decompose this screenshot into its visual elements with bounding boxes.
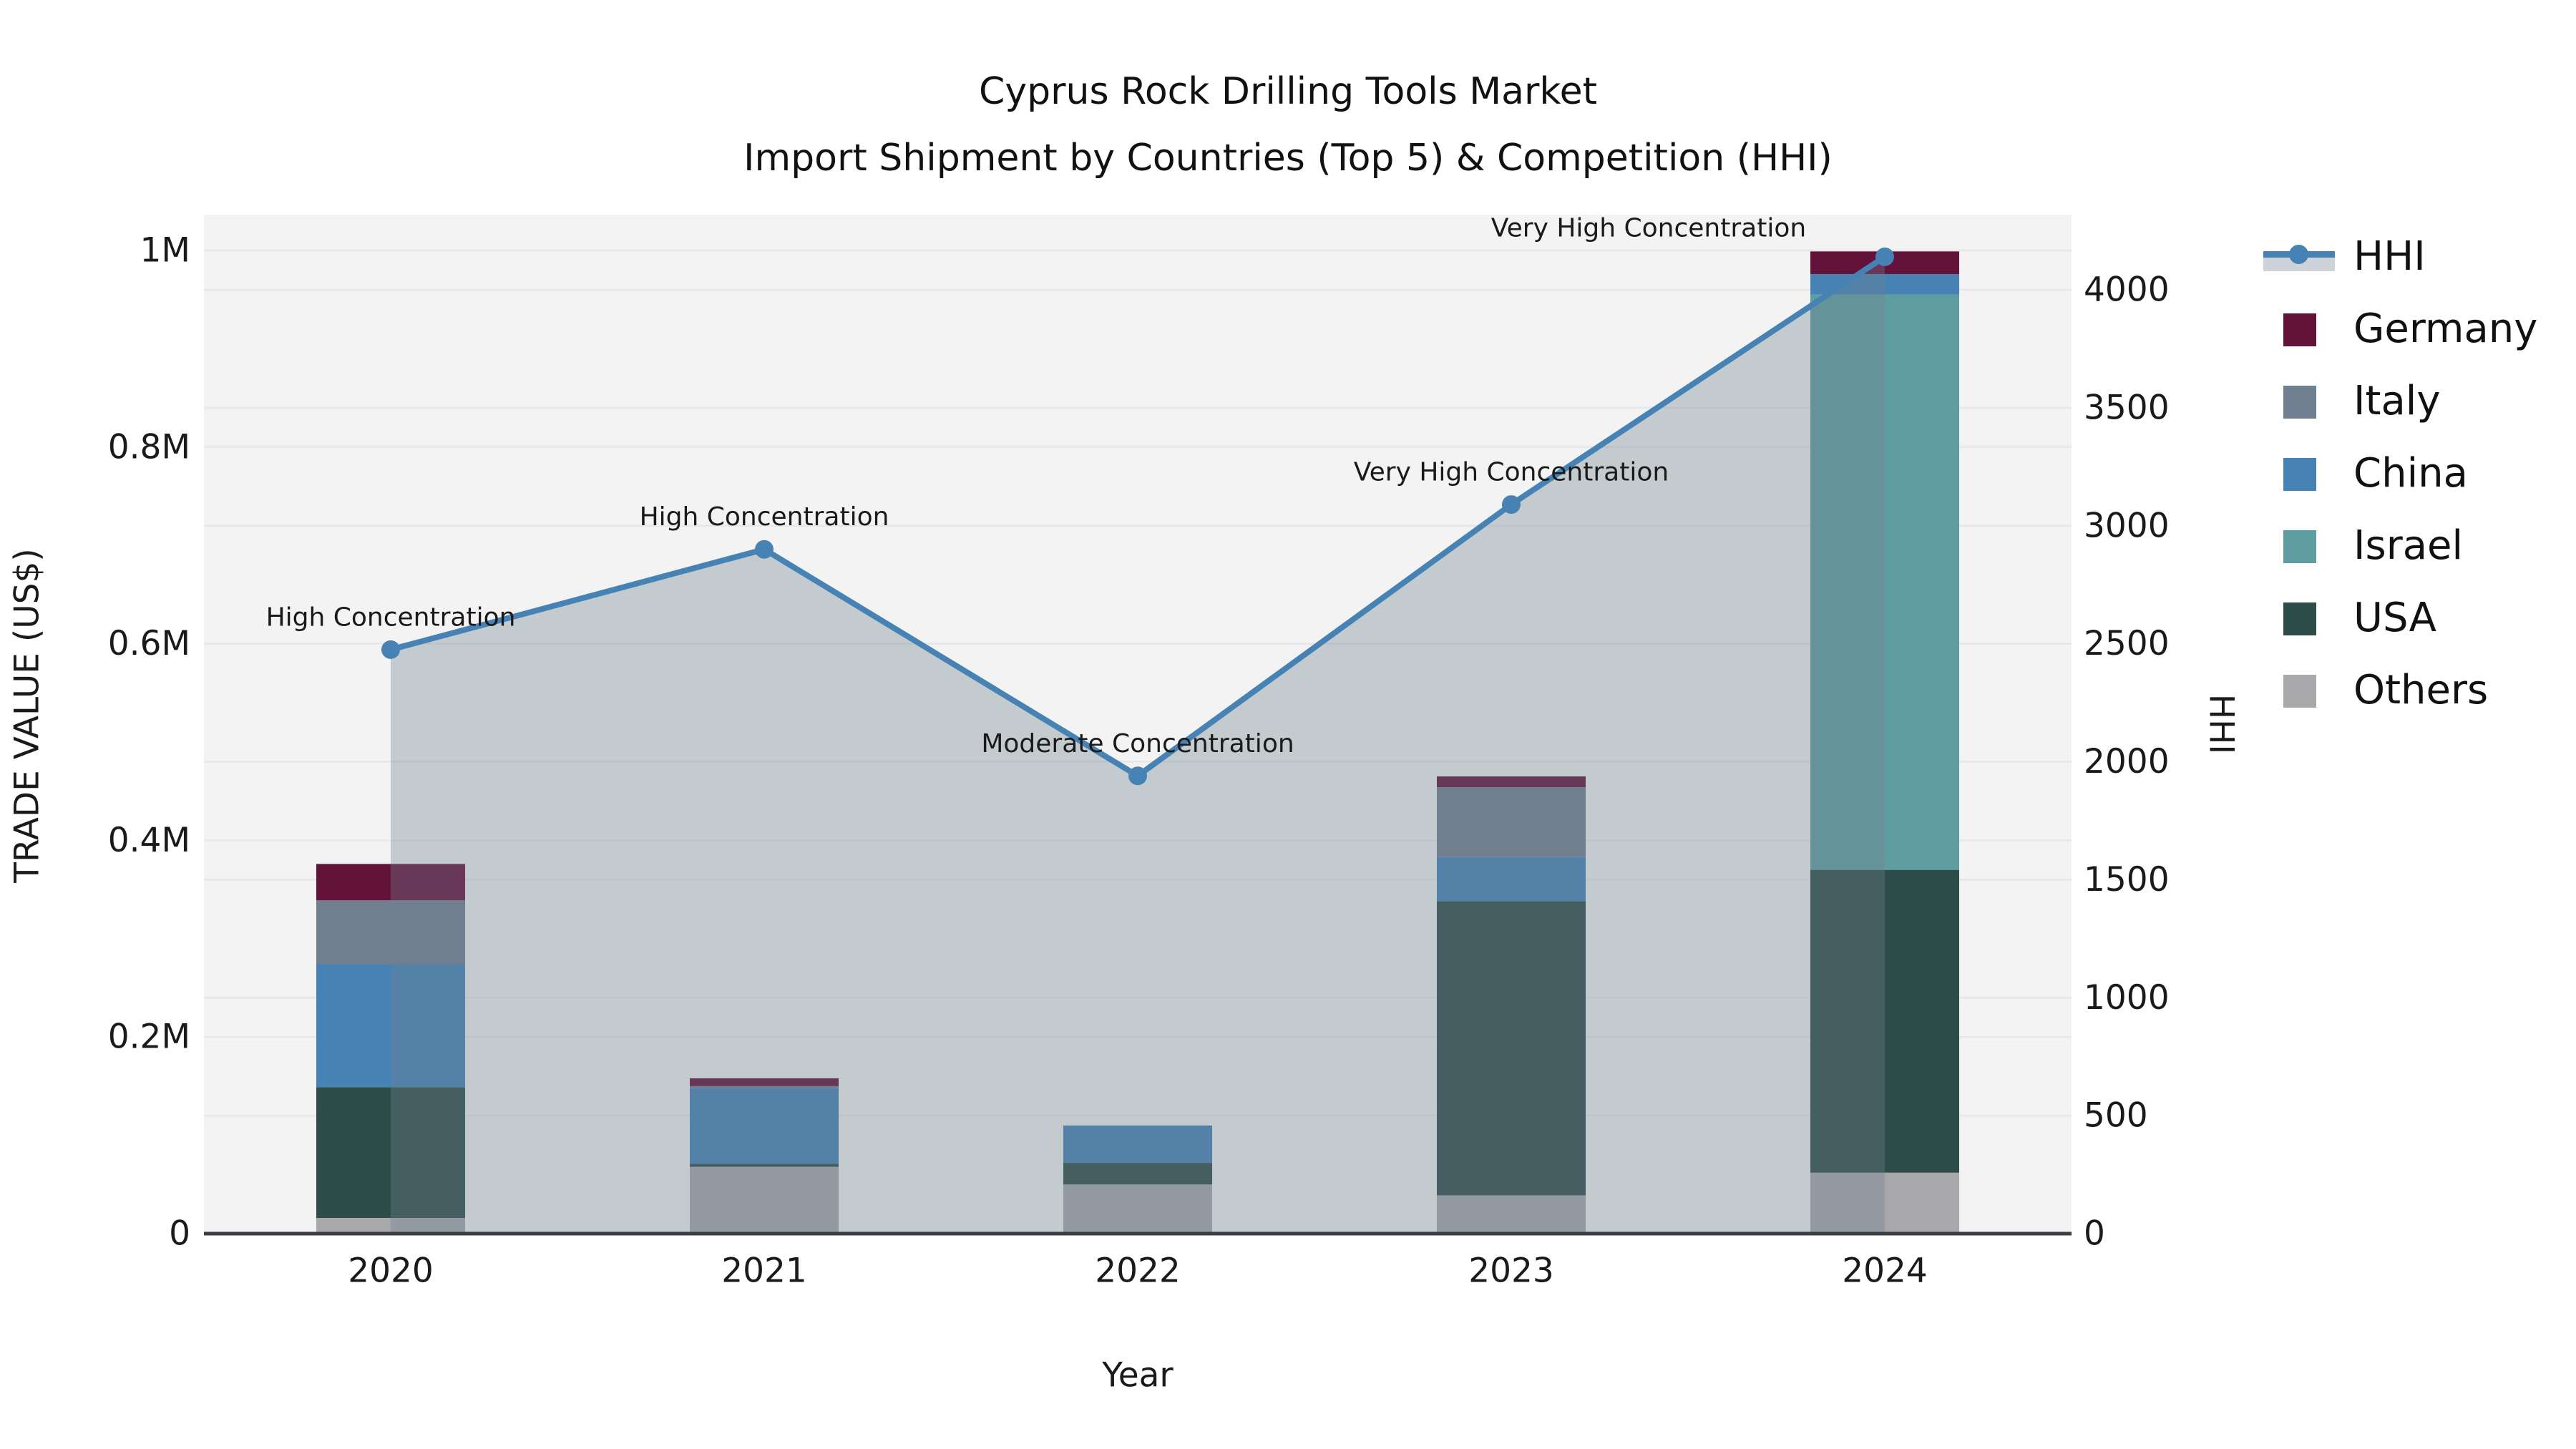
legend-label-usa: USA bbox=[2353, 595, 2436, 641]
annotation-2021: High Concentration bbox=[640, 502, 889, 532]
figure: Cyprus Rock Drilling Tools Market Import… bbox=[0, 0, 2576, 1449]
legend-label-italy: Italy bbox=[2353, 378, 2441, 424]
hhi-point-2021 bbox=[755, 540, 774, 559]
legend-swatch-china bbox=[2263, 453, 2342, 494]
left-tick-label: 0.4M bbox=[108, 821, 190, 860]
legend-color-swatch-israel bbox=[2283, 530, 2316, 563]
hhi-point-2022 bbox=[1128, 766, 1147, 786]
hhi-point-2020 bbox=[381, 640, 400, 659]
left-tick-label: 0.6M bbox=[108, 624, 190, 663]
annotation-2022: Moderate Concentration bbox=[981, 729, 1294, 758]
legend-item-china: China bbox=[2263, 453, 2537, 494]
legend-label-israel: Israel bbox=[2353, 522, 2464, 569]
legend-item-germany: Germany bbox=[2263, 308, 2537, 350]
legend-color-swatch-italy bbox=[2283, 386, 2316, 419]
left-tick-label: 0 bbox=[169, 1214, 190, 1254]
hhi-point-2024 bbox=[1875, 247, 1894, 266]
chart-canvas: High Concentration High Concentration Mode… bbox=[108, 213, 2170, 1291]
annotation-2023: Very High Concentration bbox=[1354, 458, 1669, 487]
right-tick-label: 500 bbox=[2084, 1096, 2148, 1136]
legend-label-germany: Germany bbox=[2353, 306, 2538, 352]
legend-item-italy: Italy bbox=[2263, 381, 2537, 422]
legend-swatch-usa bbox=[2263, 597, 2342, 639]
legend-color-swatch-china bbox=[2283, 458, 2316, 491]
x-axis-title: Year bbox=[1102, 1355, 1174, 1395]
annotation-2024: Very High Concentration bbox=[1491, 213, 1806, 243]
legend-swatch-italy bbox=[2263, 381, 2342, 422]
right-tick-label: 3000 bbox=[2084, 506, 2170, 545]
left-tick-label: 1M bbox=[140, 231, 190, 270]
legend-swatch-hhi bbox=[2263, 236, 2342, 278]
annotation-2020: High Concentration bbox=[266, 602, 516, 632]
right-tick-label: 2000 bbox=[2084, 742, 2170, 781]
left-tick-label: 0.2M bbox=[108, 1018, 190, 1057]
x-tick-label-2023: 2023 bbox=[1468, 1252, 1554, 1291]
x-tick-label-2021: 2021 bbox=[721, 1252, 807, 1291]
legend: HHI Germany Italy China Israel USA Others bbox=[2263, 236, 2537, 742]
legend-item-usa: USA bbox=[2263, 597, 2537, 639]
right-tick-label: 2500 bbox=[2084, 624, 2170, 663]
right-tick-label: 1000 bbox=[2084, 978, 2170, 1018]
legend-color-swatch-germany bbox=[2283, 313, 2316, 346]
right-tick-label: 0 bbox=[2084, 1214, 2105, 1254]
legend-hhi-marker-sample bbox=[2289, 245, 2308, 264]
legend-label-china: China bbox=[2353, 450, 2468, 497]
right-tick-label: 1500 bbox=[2084, 860, 2170, 899]
legend-item-others: Others bbox=[2263, 670, 2537, 711]
legend-color-swatch-usa bbox=[2283, 602, 2316, 635]
x-tick-label-2020: 2020 bbox=[348, 1252, 434, 1291]
legend-swatch-israel bbox=[2263, 525, 2342, 567]
hhi-point-2023 bbox=[1502, 495, 1521, 514]
legend-swatch-germany bbox=[2263, 308, 2342, 350]
legend-label-others: Others bbox=[2353, 667, 2489, 713]
right-tick-label: 4000 bbox=[2084, 270, 2170, 310]
legend-swatch-others bbox=[2263, 670, 2342, 711]
legend-color-swatch-others bbox=[2283, 675, 2316, 708]
legend-item-israel: Israel bbox=[2263, 525, 2537, 567]
y-axis-title-left: TRADE VALUE (US$) bbox=[7, 548, 47, 883]
right-tick-label: 3500 bbox=[2084, 388, 2170, 427]
x-tick-label-2024: 2024 bbox=[1842, 1252, 1928, 1291]
left-tick-label: 0.8M bbox=[108, 427, 190, 467]
x-tick-label-2022: 2022 bbox=[1095, 1252, 1181, 1291]
y-axis-title-right: HHI bbox=[2201, 693, 2241, 755]
legend-label-hhi: HHI bbox=[2353, 233, 2426, 280]
legend-item-hhi: HHI bbox=[2263, 236, 2537, 278]
